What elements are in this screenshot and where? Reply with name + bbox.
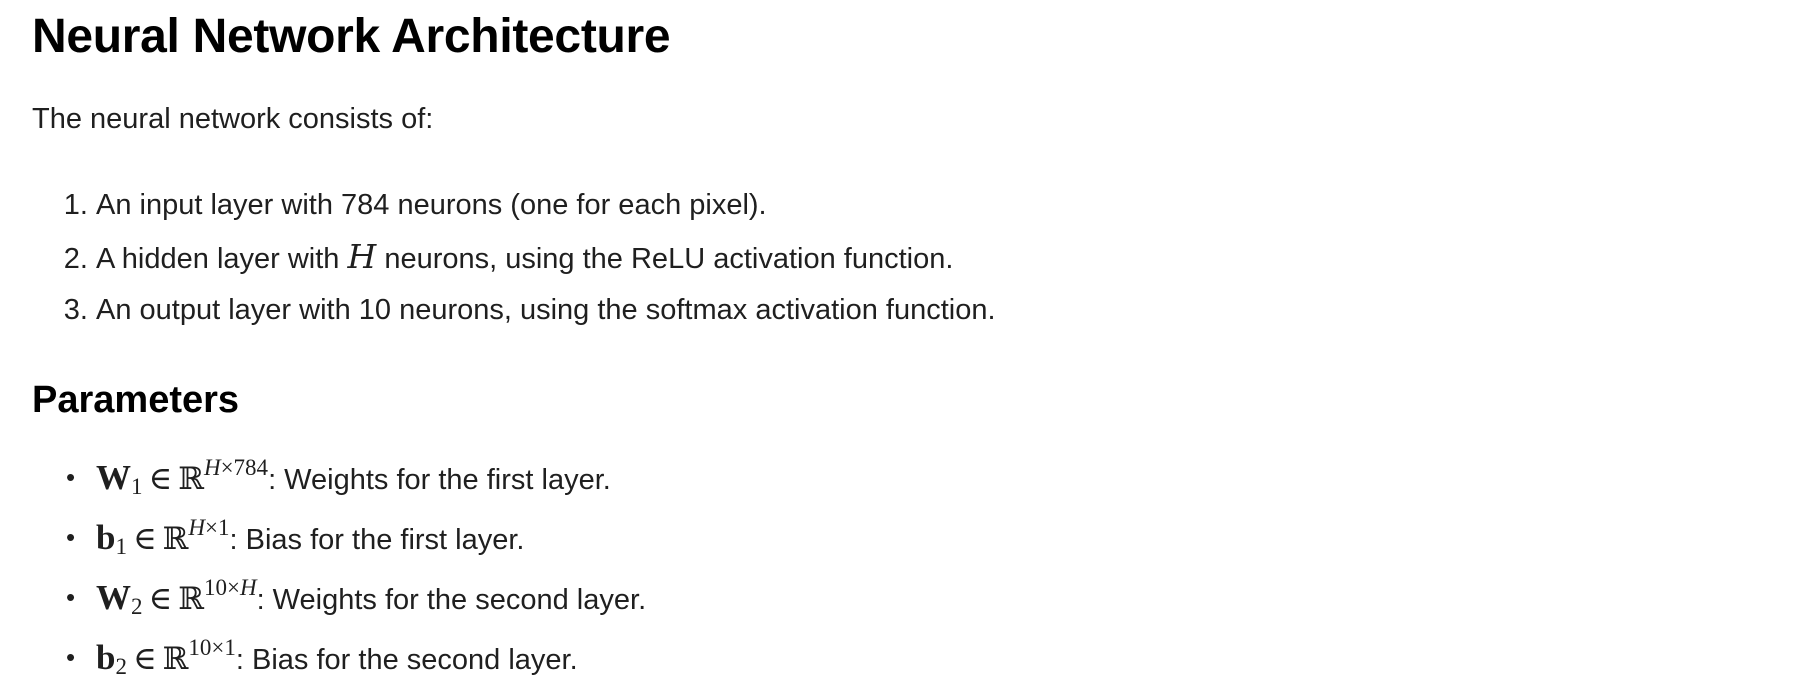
reals-symbol: ℝ bbox=[162, 521, 189, 557]
element-of-symbol: ∈ bbox=[148, 580, 173, 616]
dimension-part-a: 10×1 bbox=[188, 635, 236, 660]
intro-text: The neural network consists of: bbox=[32, 103, 434, 135]
dimension-part-a: 10× bbox=[203, 575, 240, 600]
bullet-icon: • bbox=[66, 462, 76, 492]
parameter-dimension: 10×1 bbox=[188, 635, 235, 660]
bullet-icon: • bbox=[66, 582, 76, 612]
parameter-math: W2 ∈ ℝ10×H bbox=[96, 575, 257, 619]
parameter-symbol: W bbox=[96, 458, 131, 497]
parameter-item-b1: • b1 ∈ ℝH×1: Bias for the first layer. bbox=[66, 512, 1818, 572]
parameters-heading: Parameters bbox=[32, 379, 240, 421]
layer-item-input: An input layer with 784 neurons (one for… bbox=[96, 180, 1818, 231]
layer-item-hidden: A hidden layer with H neurons, using the… bbox=[96, 231, 1818, 285]
parameter-symbol: b bbox=[96, 518, 116, 557]
parameter-subscript: 2 bbox=[115, 654, 127, 679]
dimension-part-a: H bbox=[203, 455, 221, 480]
element-of-symbol: ∈ bbox=[148, 460, 173, 496]
element-of-symbol: ∈ bbox=[132, 640, 157, 676]
layer-item-output: An output layer with 10 neurons, using t… bbox=[96, 285, 1818, 336]
hidden-size-variable: H bbox=[347, 237, 377, 276]
parameter-symbol: b bbox=[96, 638, 116, 677]
element-of-symbol: ∈ bbox=[132, 520, 157, 556]
reals-symbol: ℝ bbox=[162, 641, 189, 677]
parameter-item-w2: • W2 ∈ ℝ10×H: Weights for the second layer… bbox=[66, 572, 1818, 632]
parameter-math: b1 ∈ ℝH×1 bbox=[96, 515, 230, 559]
parameter-subscript: 2 bbox=[131, 594, 143, 619]
parameter-description: : Bias for the first layer. bbox=[229, 524, 525, 556]
layer-item-text-before: A hidden layer with bbox=[96, 243, 348, 275]
parameter-dimension: 10×H bbox=[204, 575, 257, 600]
layer-list: An input layer with 784 neurons (one for… bbox=[32, 180, 1818, 336]
parameter-description: : Weights for the second layer. bbox=[256, 584, 647, 616]
dimension-part-b: H bbox=[239, 575, 257, 600]
reals-symbol: ℝ bbox=[178, 581, 204, 617]
document-page: Neural Network Architecture The neural n… bbox=[0, 0, 1818, 679]
layer-item-text: An input layer with 784 neurons (one for… bbox=[96, 189, 767, 221]
parameter-list: • W1 ∈ ℝH×784: Weights for the first layer… bbox=[32, 452, 1818, 692]
bullet-icon: • bbox=[66, 522, 76, 552]
parameter-dimension: H×784 bbox=[204, 455, 268, 480]
reals-symbol: ℝ bbox=[178, 461, 204, 497]
parameter-math: W1 ∈ ℝH×784 bbox=[96, 455, 268, 499]
dimension-part-a: H bbox=[188, 515, 206, 540]
layer-item-text-after: neurons, using the ReLU activation funct… bbox=[376, 243, 954, 275]
bullet-icon: • bbox=[66, 642, 76, 672]
parameter-math: b2 ∈ ℝ10×1 bbox=[96, 635, 236, 679]
page-title: Neural Network Architecture bbox=[32, 10, 671, 63]
parameter-item-b2: • b2 ∈ ℝ10×1: Bias for the second layer. bbox=[66, 632, 1818, 692]
parameter-item-w1: • W1 ∈ ℝH×784: Weights for the first layer… bbox=[66, 452, 1818, 512]
dimension-part-b: ×1 bbox=[205, 515, 230, 540]
parameter-subscript: 1 bbox=[131, 474, 143, 499]
dimension-part-b: ×784 bbox=[220, 455, 269, 480]
parameter-dimension: H×1 bbox=[188, 515, 229, 540]
layer-item-text: An output layer with 10 neurons, using t… bbox=[96, 294, 996, 326]
parameter-description: : Bias for the second layer. bbox=[235, 644, 578, 676]
parameter-subscript: 1 bbox=[115, 534, 127, 559]
parameter-symbol: W bbox=[96, 578, 131, 617]
parameter-description: : Weights for the first layer. bbox=[268, 464, 611, 496]
